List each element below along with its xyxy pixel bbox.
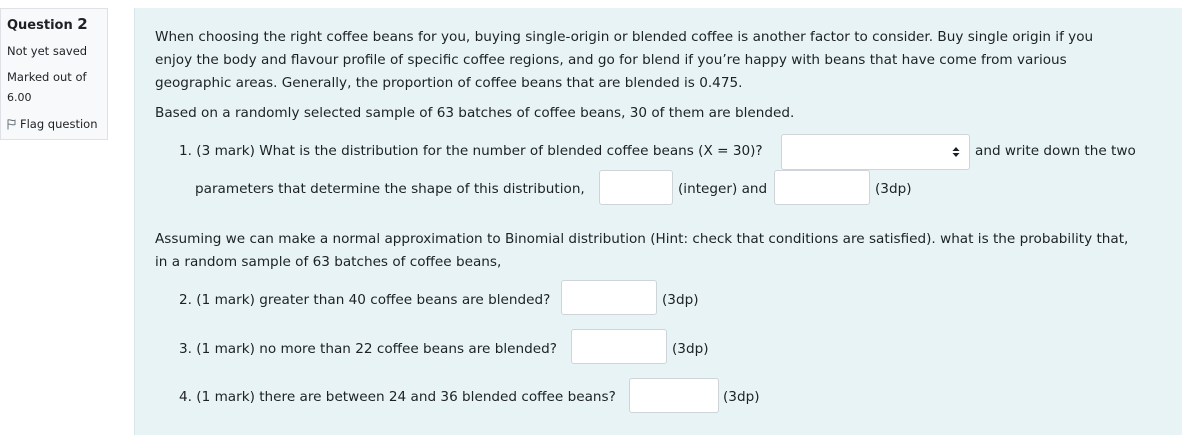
question-number: Question 2 [7,15,101,35]
distribution-select[interactable] [781,134,970,170]
q2-hint: (3dp) [662,292,699,308]
param1-input[interactable] [599,170,673,205]
question-state: Not yet saved [7,44,88,58]
intro-line-1: When choosing the right coffee beans for… [155,29,1094,45]
q3-text: 3. (1 mark) no more than 22 coffee beans… [179,341,557,357]
flag-icon [7,119,16,130]
q2-answer-input[interactable] [561,280,657,315]
question-number-value: 2 [77,15,88,33]
normal-approx-line-2: in a random sample of 63 batches of coff… [155,254,502,270]
q4-answer-input[interactable] [629,378,719,413]
question-content: When choosing the right coffee beans for… [134,8,1182,435]
param2-hint: (3dp) [875,181,912,197]
param1-hint: (integer) and [678,181,768,197]
q3-hint: (3dp) [672,341,709,357]
q2-text: 2. (1 mark) greater than 40 coffee beans… [179,292,551,308]
param2-input[interactable] [774,170,870,205]
flag-question-link[interactable]: Flag question [7,117,101,132]
sample-statement: Based on a randomly selected sample of 6… [155,105,795,121]
q1-after-select: and write down the two [975,143,1136,159]
marked-out-of-value: 6.00 [7,91,32,104]
q4-text: 4. (1 mark) there are between 24 and 36 … [179,389,616,405]
question-info-panel: Question 2 Not yet saved Marked out of 6… [0,8,108,140]
flag-question-label: Flag question [20,117,98,131]
q1-text: 1. (3 mark) What is the distribution for… [179,143,763,159]
question-label: Question [7,18,73,33]
q4-hint: (3dp) [723,389,760,405]
intro-line-2: enjoy the body and flavour profile of sp… [155,52,1067,68]
select-caret-icon [952,147,960,157]
marked-out-of-label: Marked out of [7,70,87,84]
q3-answer-input[interactable] [571,329,667,364]
q1-line2: parameters that determine the shape of t… [195,181,585,197]
intro-line-3: geographic areas. Generally, the proport… [155,75,743,91]
question-grade: Marked out of 6.00 [7,70,101,105]
normal-approx-line-1: Assuming we can make a normal approximat… [155,231,1129,247]
